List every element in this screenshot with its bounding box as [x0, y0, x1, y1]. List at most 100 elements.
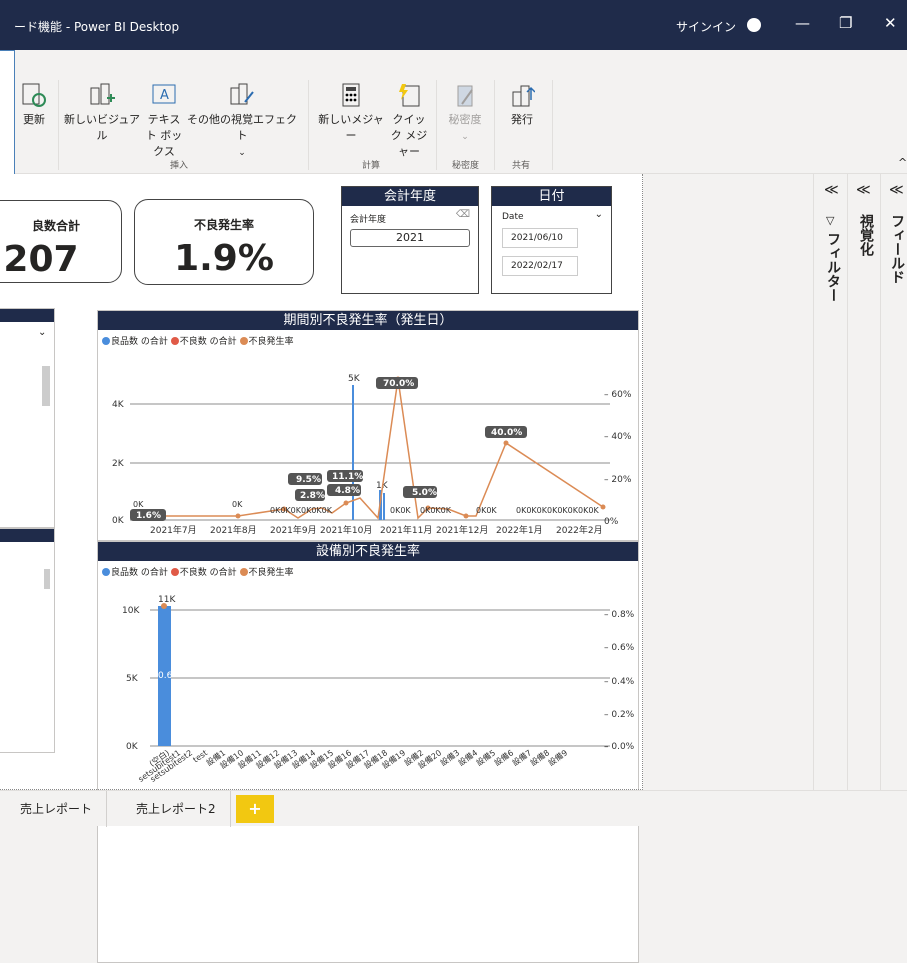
new-visual-label: 新しいビジュアル — [63, 113, 140, 142]
avatar[interactable] — [747, 18, 761, 32]
card-defect-rate[interactable]: 不良発生率 1.9% — [134, 199, 314, 285]
data-label: 1.6% — [136, 511, 161, 521]
bar — [383, 493, 385, 520]
date-to-input[interactable]: 2022/02/17 — [502, 256, 578, 276]
slicer-fiscal-year[interactable]: 会計年度 会計年度 ⌫ 2021 — [341, 186, 479, 294]
tick-label: – 40% — [604, 432, 632, 442]
data-label: 4.8% — [335, 486, 360, 496]
chart-title: 設備別不良発生率 — [98, 542, 638, 561]
svg-text:A: A — [160, 88, 169, 103]
close-button[interactable]: ✕ — [884, 14, 897, 32]
chart2-svg: 10K 5K 0K – 0.8% – 0.6% – 0.4% – 0.2% – … — [122, 595, 635, 784]
tick-label: 設備4 — [456, 747, 479, 767]
tick-label: – 0.2% — [604, 710, 635, 720]
minimize-button[interactable]: — — [795, 14, 810, 32]
zero-label-run: 0K0K0K0K0K0K0K0K — [516, 506, 599, 515]
scrollbar[interactable] — [42, 366, 50, 406]
signin-button[interactable]: サインイン — [676, 18, 736, 35]
tab-sales-report-2[interactable]: 売上レポート2 — [122, 791, 231, 827]
tick-label: – 20% — [604, 475, 632, 485]
zero-label-run: 0K0K — [390, 506, 411, 515]
zero-label-run: 0K0K0K — [420, 506, 452, 515]
slicer-header: 日付 — [492, 187, 611, 206]
new-measure-button[interactable]: 新しいメジャー — [316, 82, 386, 144]
tick-label: 設備8 — [528, 747, 551, 767]
rate-line — [164, 606, 610, 746]
tick-label: – 0.4% — [604, 677, 635, 687]
refresh-label: 更新 — [23, 113, 45, 126]
chart-equipment-defect-rate[interactable]: 設備別不良発生率 良品数 の合計 不良数 の合計 不良発生率 10K 5K 0K… — [97, 541, 639, 963]
quick-measure-icon — [399, 84, 420, 107]
data-label: 9.5% — [296, 475, 321, 485]
calculator-icon — [342, 83, 360, 107]
bar-label: 5K — [348, 374, 361, 384]
tick-label: – 0.0% — [604, 742, 635, 752]
group-insert: 挿入 — [170, 161, 189, 171]
left-table-panel-bottom[interactable] — [0, 528, 55, 753]
tick-label: 5K — [126, 674, 139, 684]
eraser-icon[interactable]: ⌫ — [456, 209, 470, 220]
textbox-button[interactable]: A テキスト ボックス — [144, 82, 184, 160]
left-table-panel-top[interactable]: ⌄ — [0, 308, 55, 528]
group-share: 共有 — [512, 161, 531, 171]
textbox-label: テキスト ボックス — [145, 113, 183, 158]
point — [235, 513, 241, 519]
more-visuals-button[interactable]: その他の視覚エフェクト ⌄ — [186, 82, 298, 161]
expand-visual-icon[interactable]: ≪ — [856, 182, 871, 198]
tick-label: 2021年7月 — [150, 524, 197, 536]
tick-label: – 60% — [604, 390, 632, 400]
rate-line — [158, 378, 604, 520]
filter-pane-label: フィルター — [825, 232, 841, 302]
tick-label: – 0.6% — [604, 643, 635, 653]
refresh-icon — [22, 83, 46, 107]
card-label: 良数合計 — [31, 219, 80, 233]
expand-fields-icon[interactable]: ≪ — [889, 182, 904, 198]
chart1-svg: 4K 2K 0K – 60% – 40% – 20% 0% 2021年7月 202… — [112, 374, 632, 536]
publish-label: 発行 — [511, 113, 533, 126]
expand-filter-icon[interactable]: ≪ — [824, 182, 839, 198]
data-label: 2.8% — [300, 491, 325, 501]
scrollbar[interactable] — [44, 569, 50, 589]
chart-title: 期間別不良発生率（発生日） — [98, 311, 638, 330]
filter-icon: ▽ — [826, 214, 835, 227]
date-from-input[interactable]: 2021/06/10 — [502, 228, 578, 248]
card-good-total[interactable]: 良数合計 207 — [0, 200, 122, 283]
textbox-icon: A — [152, 84, 176, 104]
tab-sales-report[interactable]: 売上レポート — [6, 791, 108, 827]
page-tabs: 売上レポート 売上レポート2 + — [0, 790, 907, 827]
sensitivity-button[interactable]: 秘密度 ⌄ — [442, 82, 488, 145]
chevron-down-icon[interactable]: ⌄ — [595, 209, 603, 220]
chart-period-defect-rate[interactable]: 期間別不良発生率（発生日） 良品数 の合計 不良数 の合計 不良発生率 4K 2… — [97, 310, 639, 541]
chevron-down-icon[interactable]: ⌄ — [38, 327, 46, 338]
point — [600, 504, 606, 510]
data-label: 11.1% — [332, 472, 363, 482]
new-visual-button[interactable]: 新しいビジュアル — [62, 82, 142, 144]
refresh-button[interactable]: 更新 — [20, 82, 48, 128]
fields-pane[interactable]: ≪ フィールド — [880, 174, 907, 790]
tick-label: 2021年12月 — [436, 524, 488, 536]
add-page-button[interactable]: + — [236, 795, 274, 823]
publish-button[interactable]: 発行 — [502, 82, 542, 128]
collapse-ribbon-button[interactable]: ^ — [898, 156, 907, 169]
new-visual-icon — [90, 83, 115, 105]
slicer-header: 会計年度 — [342, 187, 478, 206]
tick-label: 2K — [112, 459, 125, 469]
tick-label: 2022年1月 — [496, 524, 543, 536]
more-visuals-label: その他の視覚エフェクト — [187, 113, 297, 142]
filter-pane[interactable]: ≪ ▽ フィルター — [813, 174, 847, 790]
point — [343, 500, 349, 506]
tick-label: 設備3 — [438, 747, 461, 767]
restore-button[interactable]: ❐ — [839, 14, 852, 32]
card-value: 1.9% — [174, 238, 274, 279]
zero-label-run: 0K0K — [476, 506, 497, 515]
tick-label: 0K — [112, 516, 125, 526]
visualizations-pane[interactable]: ≪ 視覚化 — [847, 174, 880, 790]
quick-measure-button[interactable]: クイック メジャー — [388, 82, 430, 160]
bar-label: 0K — [232, 500, 243, 509]
data-label: 40.0% — [491, 428, 522, 438]
year-dropdown[interactable]: 2021 — [350, 229, 470, 247]
tick-label: 0% — [604, 517, 619, 527]
point — [463, 513, 469, 519]
zero-label-run: 0K0K0K0K0K0K — [270, 506, 333, 515]
slicer-date[interactable]: 日付 Date ⌄ 2021/06/10 2022/02/17 — [491, 186, 612, 294]
